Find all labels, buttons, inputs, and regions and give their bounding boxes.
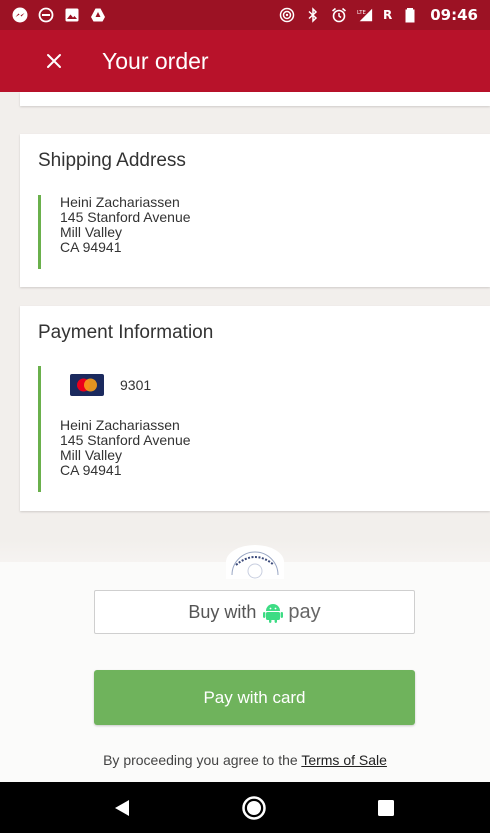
- terms-of-sale-link[interactable]: Terms of Sale: [301, 752, 387, 768]
- pay-with-card-button[interactable]: Pay with card: [94, 670, 415, 725]
- billing-name: Heini Zachariassen: [60, 417, 180, 433]
- terms-prefix: By proceeding you agree to the: [103, 752, 302, 768]
- shipping-zip: CA 94941: [60, 239, 122, 255]
- status-left: [12, 7, 106, 23]
- image-icon: [65, 8, 79, 22]
- order-summary-card: [20, 92, 490, 106]
- svg-text:LTE: LTE: [357, 10, 366, 16]
- billing-city: Mill Valley: [60, 447, 122, 463]
- shipping-address: Heini Zachariassen 145 Stanford Avenue M…: [38, 195, 191, 269]
- home-button[interactable]: [224, 782, 284, 833]
- merchant-logo: [226, 545, 284, 579]
- status-right: LTE R 09:46: [279, 6, 478, 24]
- shipping-heading: Shipping Address: [38, 150, 186, 171]
- mastercard-icon: [70, 374, 104, 396]
- back-button[interactable]: [92, 782, 152, 833]
- close-icon: [47, 54, 61, 68]
- shipping-address-card: Shipping Address Heini Zachariassen 145 …: [20, 134, 490, 287]
- status-time: 09:46: [430, 6, 478, 24]
- battery-icon: [405, 8, 415, 23]
- alarm-icon: [331, 7, 347, 23]
- navigation-bar: [0, 782, 490, 833]
- shipping-city: Mill Valley: [60, 224, 122, 240]
- back-icon: [115, 799, 129, 816]
- network-badge: R: [383, 8, 393, 22]
- shipping-name: Heini Zachariassen: [60, 194, 180, 210]
- gpay-prefix: Buy with: [188, 601, 257, 622]
- page-title: Your order: [102, 47, 209, 74]
- drive-icon: [91, 8, 105, 22]
- app-bar: Your order: [0, 30, 490, 92]
- bluetooth-icon: [308, 7, 318, 23]
- gpay-suffix: pay: [288, 600, 321, 623]
- lte-signal-icon: LTE: [357, 8, 373, 22]
- do-not-disturb-icon: [38, 7, 54, 23]
- terms-notice: By proceeding you agree to the Terms of …: [0, 752, 490, 768]
- card-last4: 9301: [120, 376, 152, 393]
- status-bar: LTE R 09:46: [0, 0, 490, 30]
- recents-icon: [378, 799, 394, 816]
- android-icon: [263, 604, 284, 623]
- payment-information-card: Payment Information 9301 Heini Zacharias…: [20, 306, 490, 511]
- payment-details: 9301 Heini Zachariassen 145 Stanford Ave…: [38, 366, 191, 492]
- billing-street: 145 Stanford Avenue: [60, 432, 191, 448]
- shipping-street: 145 Stanford Avenue: [60, 209, 191, 225]
- buy-with-google-pay-button[interactable]: Buy with pay: [94, 590, 415, 634]
- messenger-icon: [12, 7, 28, 23]
- payment-method-row: 9301: [60, 374, 191, 396]
- billing-zip: CA 94941: [60, 462, 122, 478]
- hotspot-icon: [279, 7, 295, 23]
- home-icon: [242, 795, 266, 820]
- payment-heading: Payment Information: [38, 322, 214, 343]
- close-button[interactable]: [36, 43, 72, 79]
- recents-button[interactable]: [356, 782, 416, 833]
